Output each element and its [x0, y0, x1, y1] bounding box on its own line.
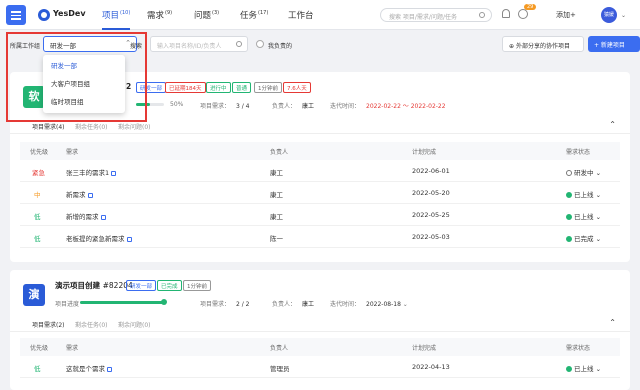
planned-date: 2022-06-01 [412, 167, 450, 175]
menu-icon[interactable] [6, 5, 26, 25]
tag: 已延期184天 [165, 82, 206, 93]
calendar-icon [126, 236, 132, 242]
priority: 低 [34, 235, 41, 243]
status-dropdown: 已完成 ⌄ [566, 233, 601, 243]
mine-radio[interactable] [256, 40, 264, 48]
owner: 康工 [270, 191, 283, 199]
status-dropdown: 已上线 ⌄ [566, 363, 601, 373]
tab-issues[interactable]: 剩余问题(0) [118, 320, 151, 329]
table-row[interactable]: 中 新需求 康工 2022-05-20 已上线 ⌄ [20, 182, 620, 204]
planned-date: 2022-05-20 [412, 189, 450, 197]
tag: 进行中 [206, 82, 231, 93]
nav-requirements[interactable]: 需求(9) [147, 9, 172, 21]
search-icon [236, 41, 242, 47]
requirements-count: 项目需求： 3 / 4 [200, 103, 250, 110]
global-search-input[interactable]: 搜索 项目/需求/问题/任务 [380, 8, 492, 22]
progress-label: 项目进度 [55, 301, 80, 308]
active-nav-indicator [102, 28, 130, 30]
project-tabs: 项目需求(4) 剩余任务(0) 剩余问题(0) ⌃ [10, 120, 630, 134]
tab-requirements[interactable]: 项目需求(4) [32, 122, 65, 131]
requirement-title: 老板提的紧急新需求 [66, 233, 132, 243]
new-project-button[interactable]: + 新建项目 [588, 36, 640, 52]
owner: 负责人： 康工 [272, 301, 315, 308]
logo-icon [38, 9, 50, 21]
owner: 负责人： 康工 [272, 103, 315, 110]
table-row[interactable]: 低 新增的需求 康工 2022-05-25 已上线 ⌄ [20, 204, 620, 226]
priority: 低 [34, 213, 41, 221]
nav-projects[interactable]: 项目(10) [102, 9, 130, 21]
add-button[interactable]: 添加+ [556, 10, 576, 20]
tag: 已完成 [157, 280, 182, 291]
priority: 紧急 [32, 169, 45, 177]
project-progress [80, 299, 167, 305]
planned-date: 2022-05-25 [412, 211, 450, 219]
check-icon [566, 366, 572, 372]
planned-date: 2022-05-03 [412, 233, 450, 241]
table-row[interactable]: 低 老板提的紧急新需求 陈一 2022-05-03 已完成 ⌄ [20, 226, 620, 248]
requirement-title: 张三丰的需求1 [66, 167, 117, 177]
highlight-box [6, 32, 147, 122]
table-header: 优先级 需求 负责人 计划完成 需求状态 [20, 338, 620, 356]
priority: 中 [34, 191, 41, 199]
tab-tasks[interactable]: 剩余任务(0) [75, 320, 108, 329]
project-card: 演 演示项目创建 #82204 研发一部 已完成 1分钟前 项目进度 项目需求：… [10, 270, 630, 390]
status-dropdown: 已上线 ⌄ [566, 211, 601, 221]
table-row[interactable]: 紧急 张三丰的需求1 康工 2022-06-01 研发中 ⌄ [20, 160, 620, 182]
iteration-time: 迭代时间： 2022-08-18 ⌄ [330, 301, 408, 308]
status-icon [566, 170, 572, 176]
project-avatar: 演 [23, 284, 45, 306]
requirement-title: 这就是个需求 [66, 363, 112, 373]
calendar-icon [87, 192, 93, 198]
status-dropdown: 研发中 ⌄ [566, 167, 601, 177]
requirement-title: 新增的需求 [66, 211, 106, 221]
progress-percent: 50% [170, 101, 184, 108]
owner: 陈一 [270, 235, 283, 243]
owner: 康工 [270, 169, 283, 177]
nav-tasks[interactable]: 任务(17) [240, 9, 268, 21]
nav-issues[interactable]: 问题(3) [194, 9, 219, 21]
bell-icon[interactable] [502, 9, 510, 18]
collapse-icon[interactable]: ⌃ [609, 318, 616, 327]
table-header: 优先级 需求 负责人 计划完成 需求状态 [20, 142, 620, 160]
search-icon [479, 12, 485, 18]
brand-name: YesDev [53, 9, 86, 18]
check-icon [566, 192, 572, 198]
clock-icon[interactable] [518, 9, 528, 19]
owner: 康工 [270, 213, 283, 221]
top-bar: YesDev 项目(10) 需求(9) 问题(3) 任务(17) 工作台 搜索 … [0, 0, 640, 30]
external-projects-button[interactable]: ⊕ 外部分享的协作项目 [502, 36, 584, 52]
tab-tasks[interactable]: 剩余任务(0) [75, 122, 108, 131]
calendar-icon [111, 170, 117, 176]
mine-label: 我负责的 [268, 43, 293, 50]
tab-issues[interactable]: 剩余问题(0) [118, 122, 151, 131]
calendar-icon [100, 214, 106, 220]
project-name[interactable]: 演示项目创建 #82204 [55, 280, 133, 291]
tag: 研发一部 [126, 280, 157, 291]
tag: 7.6人天 [283, 82, 311, 93]
status-dropdown: 已上线 ⌄ [566, 189, 601, 199]
avatar[interactable]: 猿媛 [601, 7, 617, 23]
check-icon [566, 236, 572, 242]
tab-requirements[interactable]: 项目需求(2) [32, 320, 65, 329]
planned-date: 2022-04-13 [412, 363, 450, 371]
collapse-icon[interactable]: ⌃ [609, 120, 616, 129]
iteration-time: 迭代时间： 2022-02-22 ～ 2022-02-22 [330, 103, 446, 110]
chevron-down-icon[interactable]: ⌄ [621, 12, 626, 19]
requirements-count: 项目需求： 2 / 2 [200, 301, 250, 308]
priority: 低 [34, 365, 41, 373]
check-icon [566, 214, 572, 220]
tag: 1分钟前 [254, 82, 282, 93]
notification-badge: 29 [524, 4, 537, 10]
calendar-icon [107, 366, 112, 372]
requirement-title: 新需求 [66, 189, 93, 199]
project-tabs: 项目需求(2) 剩余任务(0) 剩余问题(0) ⌃ [10, 318, 630, 332]
project-search-input[interactable]: 输入项目名称/ID/负责人 [150, 36, 248, 52]
owner: 管理员 [270, 365, 290, 373]
table-row[interactable]: 低 这就是个需求 管理员 2022-04-13 已上线 ⌄ [20, 356, 620, 378]
tag: 普通 [232, 82, 252, 93]
tag: 1分钟前 [183, 280, 211, 291]
nav-workbench[interactable]: 工作台 [288, 9, 315, 21]
